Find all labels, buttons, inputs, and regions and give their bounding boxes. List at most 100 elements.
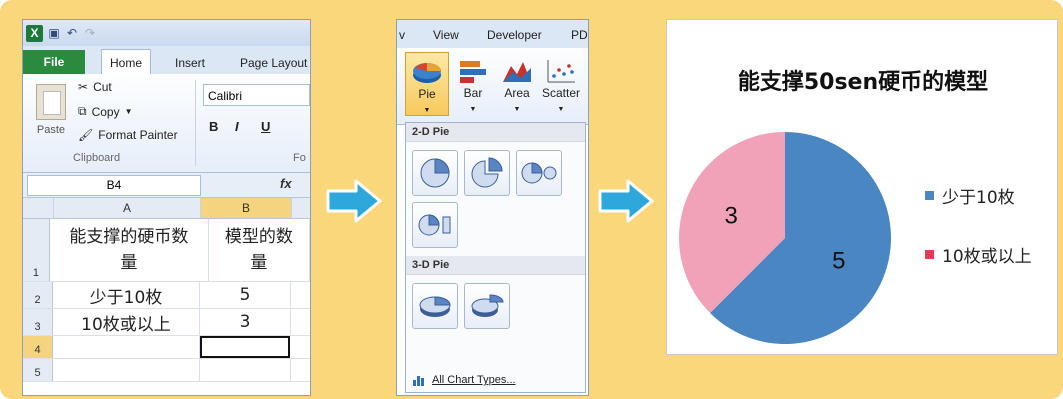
bar-chart-icon	[460, 61, 486, 83]
paste-label: Paste	[36, 124, 66, 136]
table-row: 5	[23, 359, 310, 382]
section-3d-pie-header: 3-D Pie	[406, 256, 585, 275]
font-group-label: Fo	[293, 152, 306, 164]
chevron-down-icon: ▼	[124, 107, 133, 116]
cell-b4-selected[interactable]	[200, 336, 290, 358]
table-row: 3 10枚或以上 3	[23, 309, 310, 336]
undo-icon[interactable]: ↶	[65, 26, 79, 40]
cut-button[interactable]: ✂ Cut	[78, 80, 112, 94]
clipboard-group-label: Clipboard	[73, 152, 121, 164]
row-header[interactable]: 2	[23, 282, 53, 308]
tab-developer[interactable]: Developer	[487, 28, 542, 42]
cell-a2[interactable]: 少于10枚	[53, 282, 200, 308]
pie-chart-button[interactable]: Pie ▼	[405, 52, 449, 116]
table-row: 2 少于10枚 5	[23, 282, 310, 309]
scatter-chart-icon	[547, 60, 575, 83]
cell-c4[interactable]	[290, 336, 310, 358]
arrow-right-icon	[326, 179, 382, 223]
pie-chart-icon	[413, 63, 441, 83]
pie-of-pie-option[interactable]	[516, 150, 562, 196]
legend-swatch	[925, 191, 934, 200]
save-icon[interactable]: ▣	[47, 26, 61, 40]
paste-icon	[36, 84, 66, 120]
tab-file[interactable]: File	[23, 50, 85, 74]
pie-thumb-icon	[420, 158, 450, 188]
cell-a3[interactable]: 10枚或以上	[53, 309, 200, 335]
font-name-field[interactable]: Calibri	[203, 84, 310, 106]
insert-chart-gallery: v View Developer PDI Pie ▼	[396, 19, 589, 396]
section-2d-pie-header: 2-D Pie	[406, 123, 585, 142]
cell-b2[interactable]: 5	[200, 282, 291, 308]
area-label: Area	[504, 86, 530, 100]
worksheet-grid: A B 1 能支撑的硬币数量 模型的数量 2 少于10枚 5 3 10枚或以上 …	[23, 198, 310, 382]
row-header[interactable]: 4	[23, 336, 53, 358]
row-header[interactable]: 5	[23, 359, 53, 381]
format-painter-button[interactable]: 🖌 Format Painter	[78, 128, 178, 142]
row-header[interactable]: 3	[23, 309, 53, 335]
slice-data-label: 5	[832, 247, 845, 274]
cell-a4[interactable]	[53, 336, 200, 358]
bold-button[interactable]: B	[209, 119, 218, 134]
table-row: 1 能支撑的硬币数量 模型的数量	[23, 219, 310, 282]
cell-a5[interactable]	[53, 359, 200, 381]
legend-label: 少于10枚	[942, 188, 1015, 208]
charts-ribbon: Pie ▼ Bar ▼ Area ▼ Scatter ▼	[397, 48, 588, 125]
tab-partial[interactable]: v	[399, 28, 405, 42]
legend-item: 少于10枚	[925, 183, 1015, 208]
cut-label: Cut	[93, 80, 112, 94]
all-chart-types-link[interactable]: All Chart Types...	[412, 374, 516, 386]
column-header-a[interactable]: A	[54, 198, 201, 218]
pie-3d-option[interactable]	[412, 283, 458, 329]
select-all-corner[interactable]	[23, 198, 54, 218]
scatter-label: Scatter	[541, 86, 580, 100]
area-chart-button[interactable]: Area ▼	[495, 52, 539, 116]
tab-view[interactable]: View	[433, 28, 459, 42]
pie-label: Pie	[418, 87, 436, 101]
chevron-down-icon: ▼	[557, 106, 565, 113]
exploded-pie-3d-thumb-icon	[471, 294, 504, 317]
excel-window: X ▣ ↶ ↷ File Home Insert Page Layout Pas…	[22, 19, 311, 396]
column-header-b[interactable]: B	[201, 198, 292, 218]
underline-button[interactable]: U	[261, 119, 270, 134]
bar-of-pie-option[interactable]	[412, 202, 458, 248]
fx-icon[interactable]: fx	[280, 176, 292, 191]
copy-icon: ⧉	[78, 104, 87, 118]
pie-option[interactable]	[412, 150, 458, 196]
legend-item: 10枚或以上	[925, 242, 1032, 267]
quick-access-toolbar: X ▣ ↶ ↷	[23, 20, 310, 46]
name-box[interactable]: B4	[27, 175, 201, 196]
row-header[interactable]: 1	[23, 219, 50, 281]
cell-b3[interactable]: 3	[200, 309, 291, 335]
chevron-down-icon: ▼	[423, 107, 431, 114]
arrow-right-icon	[598, 179, 654, 223]
pie-chart-result: 能支撑50sen硬币的模型 53 少于10枚 10枚或以上	[666, 19, 1058, 355]
tab-page-layout[interactable]: Page Layout	[240, 52, 307, 74]
tab-home[interactable]: Home	[101, 49, 152, 75]
cell-a1[interactable]: 能支撑的硬币数量	[50, 219, 209, 281]
area-chart-icon	[503, 62, 531, 82]
copy-button[interactable]: ⧉ Copy ▼	[78, 104, 133, 119]
tab-pdf[interactable]: PDI	[571, 28, 588, 42]
scatter-chart-button[interactable]: Scatter ▼	[539, 52, 583, 116]
tab-insert[interactable]: Insert	[175, 52, 205, 74]
exploded-pie-3d-option[interactable]	[464, 283, 510, 329]
excel-logo-icon: X	[26, 24, 43, 42]
cell-c3[interactable]	[291, 309, 310, 335]
column-headers: A B	[23, 198, 310, 219]
bar-chart-button[interactable]: Bar ▼	[451, 52, 495, 116]
paste-button[interactable]: Paste	[33, 84, 69, 136]
italic-button[interactable]: I	[235, 119, 239, 134]
pie-chart-dropdown: 2-D Pie 3-D Pie All Chart Types...	[405, 122, 586, 393]
cell-c5[interactable]	[291, 359, 310, 381]
slice-data-label: 3	[724, 203, 737, 230]
cell-c2[interactable]	[291, 282, 310, 308]
cell-b5[interactable]	[200, 359, 291, 381]
copy-label: Copy	[91, 104, 120, 119]
redo-icon[interactable]: ↷	[83, 26, 97, 40]
all-chart-types-label: All Chart Types...	[432, 374, 516, 386]
format-painter-label: Format Painter	[98, 128, 178, 142]
cell-b1[interactable]: 模型的数量	[209, 219, 310, 281]
formula-bar: B4 fx	[23, 173, 310, 198]
exploded-pie-option[interactable]	[464, 150, 510, 196]
exploded-pie-thumb-icon	[471, 157, 503, 188]
